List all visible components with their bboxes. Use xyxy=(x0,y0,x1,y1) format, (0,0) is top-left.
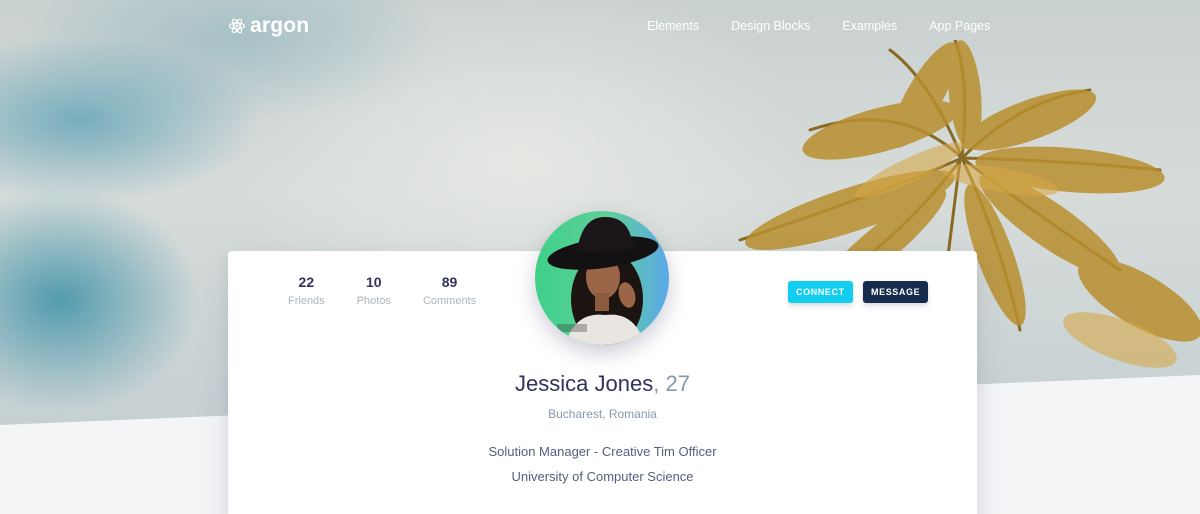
nav-item-design-blocks[interactable]: Design Blocks xyxy=(731,19,810,33)
stat-comments: 89 Comments xyxy=(423,274,476,307)
stat-label: Friends xyxy=(288,295,325,307)
message-button[interactable]: Message xyxy=(863,281,929,303)
profile-university: University of Computer Science xyxy=(511,469,694,484)
stat-label: Comments xyxy=(422,295,477,307)
avatar-photo xyxy=(535,211,669,345)
stat-friends: 22 Friends xyxy=(288,274,325,307)
profile-location: Bucharest, Romania xyxy=(548,407,657,421)
stat-value: 89 xyxy=(441,274,458,290)
nav-item-app-pages[interactable]: App Pages xyxy=(929,19,990,33)
profile-job: Solution Manager - Creative Tim Officer xyxy=(488,444,717,459)
connect-button[interactable]: Connect xyxy=(788,281,853,303)
stat-value: 22 xyxy=(298,274,315,290)
stat-label: Photos xyxy=(356,295,391,307)
atom-icon xyxy=(228,18,246,34)
profile-age: , 27 xyxy=(653,371,690,396)
profile-card: 22 Friends 10 Photos 89 Comments CONNECT… xyxy=(228,211,977,514)
avatar[interactable] xyxy=(535,211,669,345)
main-navigation: Elements Design Blocks Examples App Page… xyxy=(647,19,1022,33)
nav-item-examples[interactable]: Examples xyxy=(842,19,897,33)
brand-name: argon xyxy=(250,14,310,37)
nav-item-elements[interactable]: Elements xyxy=(647,19,699,33)
profile-name: Jessica Jones xyxy=(515,371,654,396)
brand-logo[interactable]: argon xyxy=(228,14,309,38)
profile-stats: 22 Friends 10 Photos 89 Comments xyxy=(288,274,508,307)
profile-info: Jessica Jones, 27 Bucharest, Romania Sol… xyxy=(228,371,977,484)
profile-name-line: Jessica Jones, 27 xyxy=(228,371,977,397)
stat-value: 10 xyxy=(366,274,382,290)
stat-photos: 10 Photos xyxy=(357,274,391,307)
